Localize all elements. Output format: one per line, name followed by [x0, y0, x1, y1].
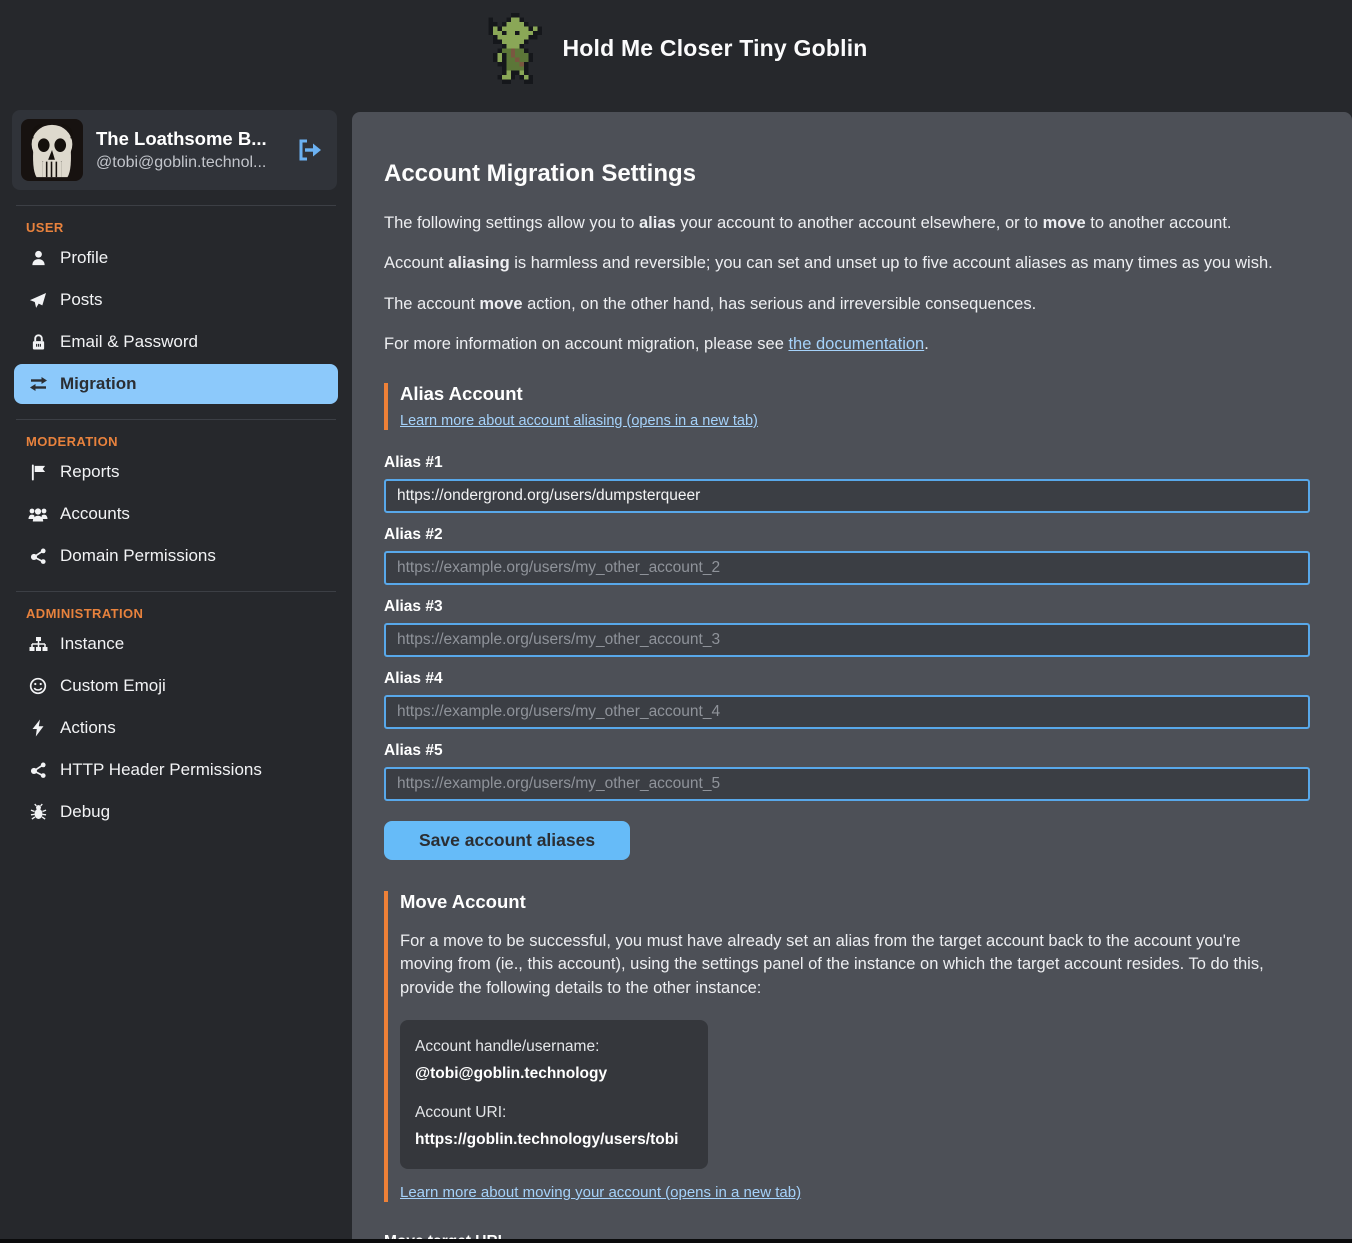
move-learn-more-link[interactable]: Learn more about moving your account (op…: [400, 1184, 801, 1201]
intro-paragraph: The account move action, on the other ha…: [384, 293, 1310, 316]
alias-section-title: Alias Account: [400, 383, 1310, 405]
sign-out-icon: [296, 138, 323, 162]
alias-1-label: Alias #1: [384, 454, 1310, 472]
account-uri-label: Account URI:: [415, 1104, 686, 1122]
sidebar-item-reports[interactable]: Reports: [14, 452, 338, 492]
sidebar-item-label: Reports: [60, 462, 120, 482]
sidebar-item-migration[interactable]: Migration: [14, 364, 338, 404]
intro-paragraph: For more information on account migratio…: [384, 333, 1310, 356]
move-paragraph: For a move to be successful, you must ha…: [400, 930, 1280, 1000]
alias-3-label: Alias #3: [384, 598, 1310, 616]
sidebar-section-administration: ADMINISTRATION: [26, 606, 352, 621]
move-account-section: Move Account For a move to be successful…: [384, 891, 1310, 1202]
alias-4-input[interactable]: [384, 695, 1310, 729]
alias-learn-more-link[interactable]: Learn more about account aliasing (opens…: [400, 413, 758, 429]
save-account-aliases-button[interactable]: Save account aliases: [384, 821, 630, 860]
flag-icon: [28, 463, 48, 481]
sidebar-item-label: Custom Emoji: [60, 676, 166, 696]
alias-2-label: Alias #2: [384, 526, 1310, 544]
sidebar-item-debug[interactable]: Debug: [14, 792, 338, 832]
user-card-text: The Loathsome B... @tobi@goblin.technol.…: [96, 128, 281, 172]
alias-account-section: Alias Account Learn more about account a…: [384, 383, 1310, 430]
sidebar-item-email-password[interactable]: Email & Password: [14, 322, 338, 362]
account-handle-label: Account handle/username:: [415, 1038, 686, 1056]
move-section-title: Move Account: [400, 891, 1310, 913]
sidebar-item-domain-permissions[interactable]: Domain Permissions: [14, 536, 338, 576]
page-title: Account Migration Settings: [384, 160, 1310, 188]
alias-4-label: Alias #4: [384, 670, 1310, 688]
alias-1-input[interactable]: [384, 479, 1310, 513]
smile-icon: [28, 677, 48, 695]
avatar: [21, 119, 83, 181]
sidebar-item-label: Profile: [60, 248, 108, 268]
account-handle-value: @tobi@goblin.technology: [415, 1065, 686, 1083]
bolt-icon: [28, 719, 48, 737]
paper-plane-icon: [28, 291, 48, 309]
alias-5-input[interactable]: [384, 767, 1310, 801]
documentation-link[interactable]: the documentation: [788, 335, 924, 353]
user-card: The Loathsome B... @tobi@goblin.technol.…: [12, 110, 337, 190]
logout-button[interactable]: [294, 136, 325, 164]
main-content: Account Migration Settings The following…: [352, 112, 1352, 1243]
sidebar: The Loathsome B... @tobi@goblin.technol.…: [0, 96, 352, 834]
alias-3-input[interactable]: [384, 623, 1310, 657]
sidebar-item-instance[interactable]: Instance: [14, 624, 338, 664]
sidebar-item-label: Domain Permissions: [60, 546, 216, 566]
instance-title: Hold Me Closer Tiny Goblin: [562, 35, 867, 62]
user-display-name: The Loathsome B...: [96, 128, 281, 150]
bug-icon: [28, 803, 48, 821]
intro-paragraph: Account aliasing is harmless and reversi…: [384, 252, 1310, 275]
intro-paragraph: The following settings allow you to alia…: [384, 212, 1310, 235]
window-bottom-edge: [0, 1239, 1352, 1243]
sitemap-icon: [28, 635, 48, 653]
app-window: Hold Me Closer Tiny Goblin The Loathso: [0, 0, 1352, 1243]
alias-fields: Alias #1 Alias #2 Alias #3 Alias #4 Alia…: [384, 454, 1310, 801]
share-nodes-icon: [28, 547, 48, 565]
instance-header: Hold Me Closer Tiny Goblin: [0, 0, 1352, 96]
users-icon: [28, 505, 48, 523]
sidebar-section-user: USER: [26, 220, 352, 235]
sidebar-item-label: Email & Password: [60, 332, 198, 352]
sidebar-item-custom-emoji[interactable]: Custom Emoji: [14, 666, 338, 706]
sidebar-item-accounts[interactable]: Accounts: [14, 494, 338, 534]
sidebar-divider: [16, 205, 336, 206]
goblin-logo-icon: [484, 13, 542, 84]
sidebar-item-label: Migration: [60, 374, 137, 394]
lock-icon: [28, 333, 48, 351]
sidebar-item-label: Debug: [60, 802, 110, 822]
sidebar-item-profile[interactable]: Profile: [14, 238, 338, 278]
sidebar-item-actions[interactable]: Actions: [14, 708, 338, 748]
sidebar-item-http-header-permissions[interactable]: HTTP Header Permissions: [14, 750, 338, 790]
account-uri-value: https://goblin.technology/users/tobi: [415, 1131, 686, 1149]
user-icon: [28, 249, 48, 267]
sidebar-item-label: Posts: [60, 290, 103, 310]
sidebar-item-label: Instance: [60, 634, 124, 654]
sidebar-item-label: Actions: [60, 718, 116, 738]
share-nodes-icon: [28, 761, 48, 779]
sidebar-section-moderation: MODERATION: [26, 434, 352, 449]
alias-2-input[interactable]: [384, 551, 1310, 585]
sidebar-item-label: HTTP Header Permissions: [60, 760, 262, 780]
sidebar-divider: [16, 591, 336, 592]
exchange-arrows-icon: [28, 375, 48, 393]
user-handle: @tobi@goblin.technol...: [96, 154, 281, 172]
sidebar-item-label: Accounts: [60, 504, 130, 524]
sidebar-item-posts[interactable]: Posts: [14, 280, 338, 320]
sidebar-divider: [16, 419, 336, 420]
alias-5-label: Alias #5: [384, 742, 1310, 760]
account-details-box: Account handle/username: @tobi@goblin.te…: [400, 1020, 708, 1169]
